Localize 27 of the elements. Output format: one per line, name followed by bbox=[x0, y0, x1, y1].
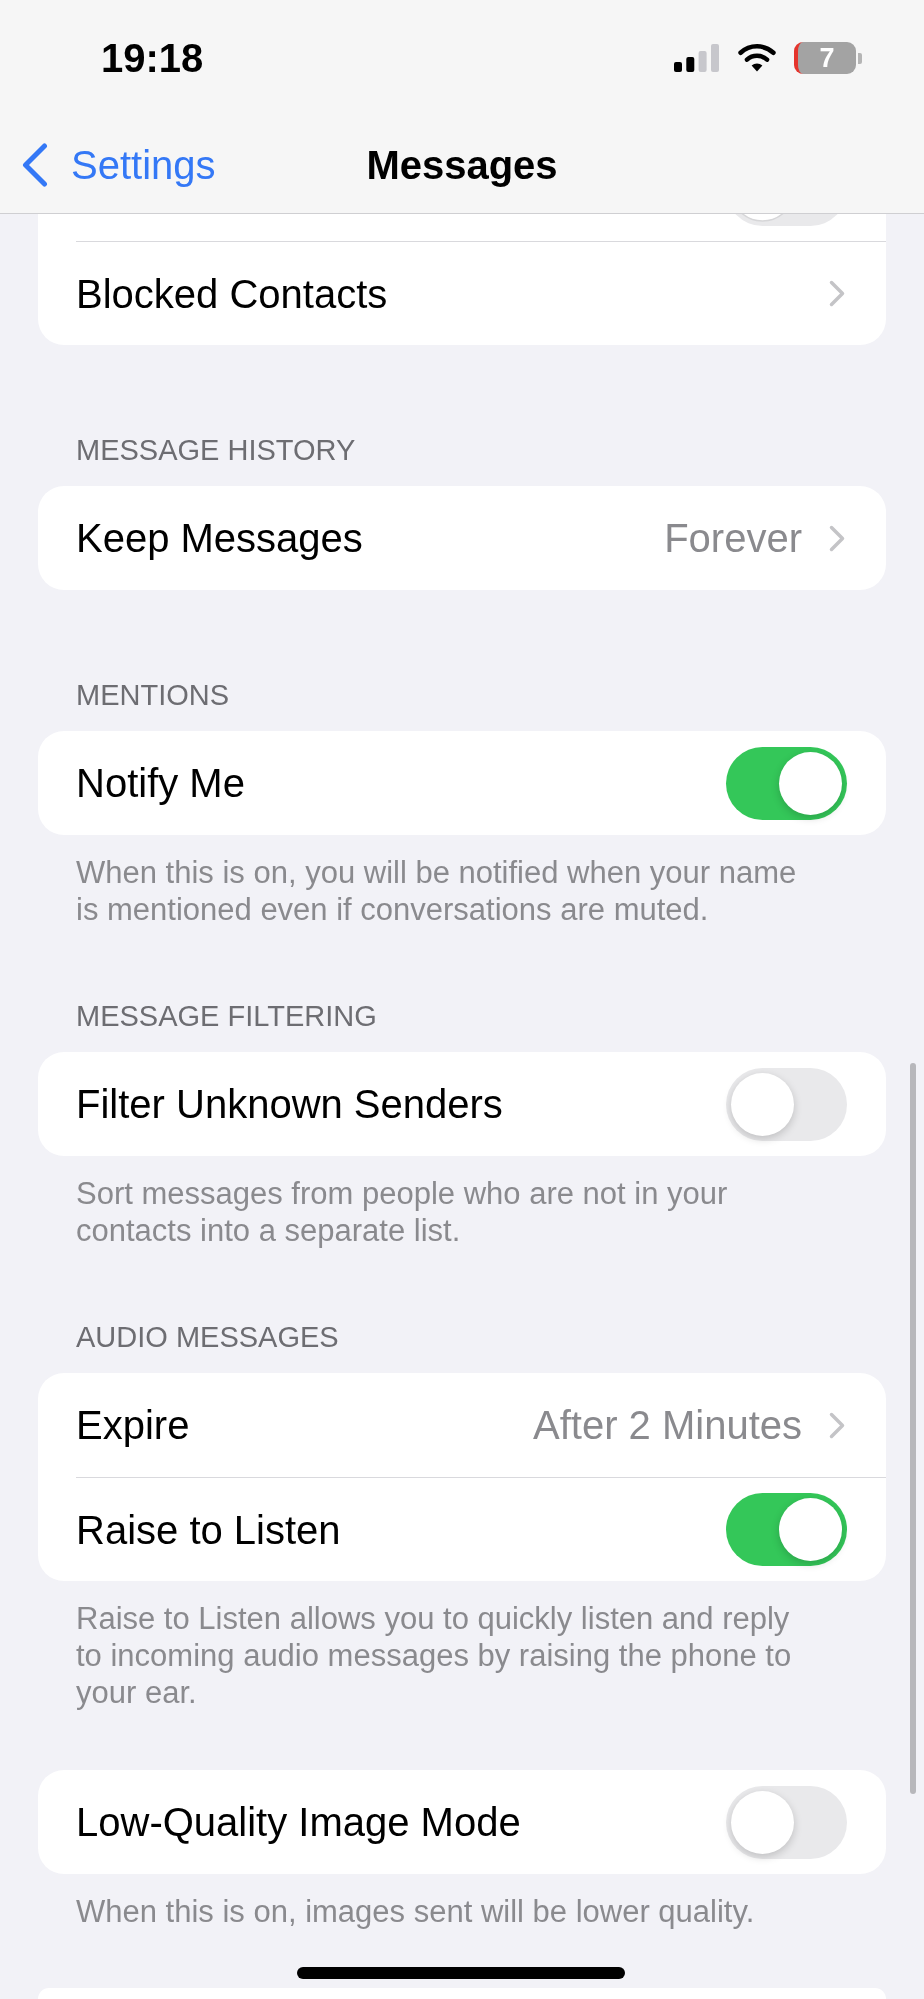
section-header: AUDIO MESSAGES bbox=[76, 1320, 339, 1355]
page-title: Messages bbox=[366, 141, 558, 189]
signal-bars-icon bbox=[674, 44, 719, 72]
chevron-right-icon bbox=[829, 524, 845, 552]
back-chevron-icon bbox=[22, 142, 48, 187]
setting-label: Expire bbox=[76, 1402, 190, 1449]
setting-label: Blocked Contacts bbox=[76, 270, 388, 318]
section-footer: Sort messages from people who are not in your contacts into a separate list. bbox=[76, 1175, 821, 1249]
setting-label: Keep Messages bbox=[76, 515, 363, 562]
chevron-right-icon bbox=[829, 280, 845, 307]
chevron-right-icon bbox=[829, 1411, 845, 1439]
section-footer: Raise to Listen allows you to quickly listen and reply to incoming audio messages by raising the phone to your ear. bbox=[76, 1600, 821, 1711]
section-header: MESSAGE FILTERING bbox=[76, 999, 377, 1034]
setting-label: Low-Quality Image Mode bbox=[76, 1799, 521, 1846]
setting-label: Filter Unknown Senders bbox=[76, 1081, 503, 1128]
setting-label: Notify Me bbox=[76, 760, 245, 807]
section-header: MENTIONS bbox=[76, 678, 230, 713]
setting-value: After 2 Minutes bbox=[533, 1402, 802, 1449]
section-header: MESSAGE HISTORY bbox=[76, 433, 356, 468]
status-time: 19:18 bbox=[101, 38, 204, 78]
section-footer: When this is on, you will be notified when your name is mentioned even if conversations are muted. bbox=[76, 854, 821, 928]
wifi-icon bbox=[738, 44, 776, 72]
back-button[interactable]: Settings bbox=[22, 140, 216, 189]
setting-value: Forever bbox=[664, 515, 802, 562]
section-footer: When this is on, images sent will be lower quality. bbox=[76, 1893, 821, 1930]
setting-label: Raise to Listen bbox=[76, 1506, 341, 1554]
battery-indicator: 7 bbox=[794, 42, 862, 74]
